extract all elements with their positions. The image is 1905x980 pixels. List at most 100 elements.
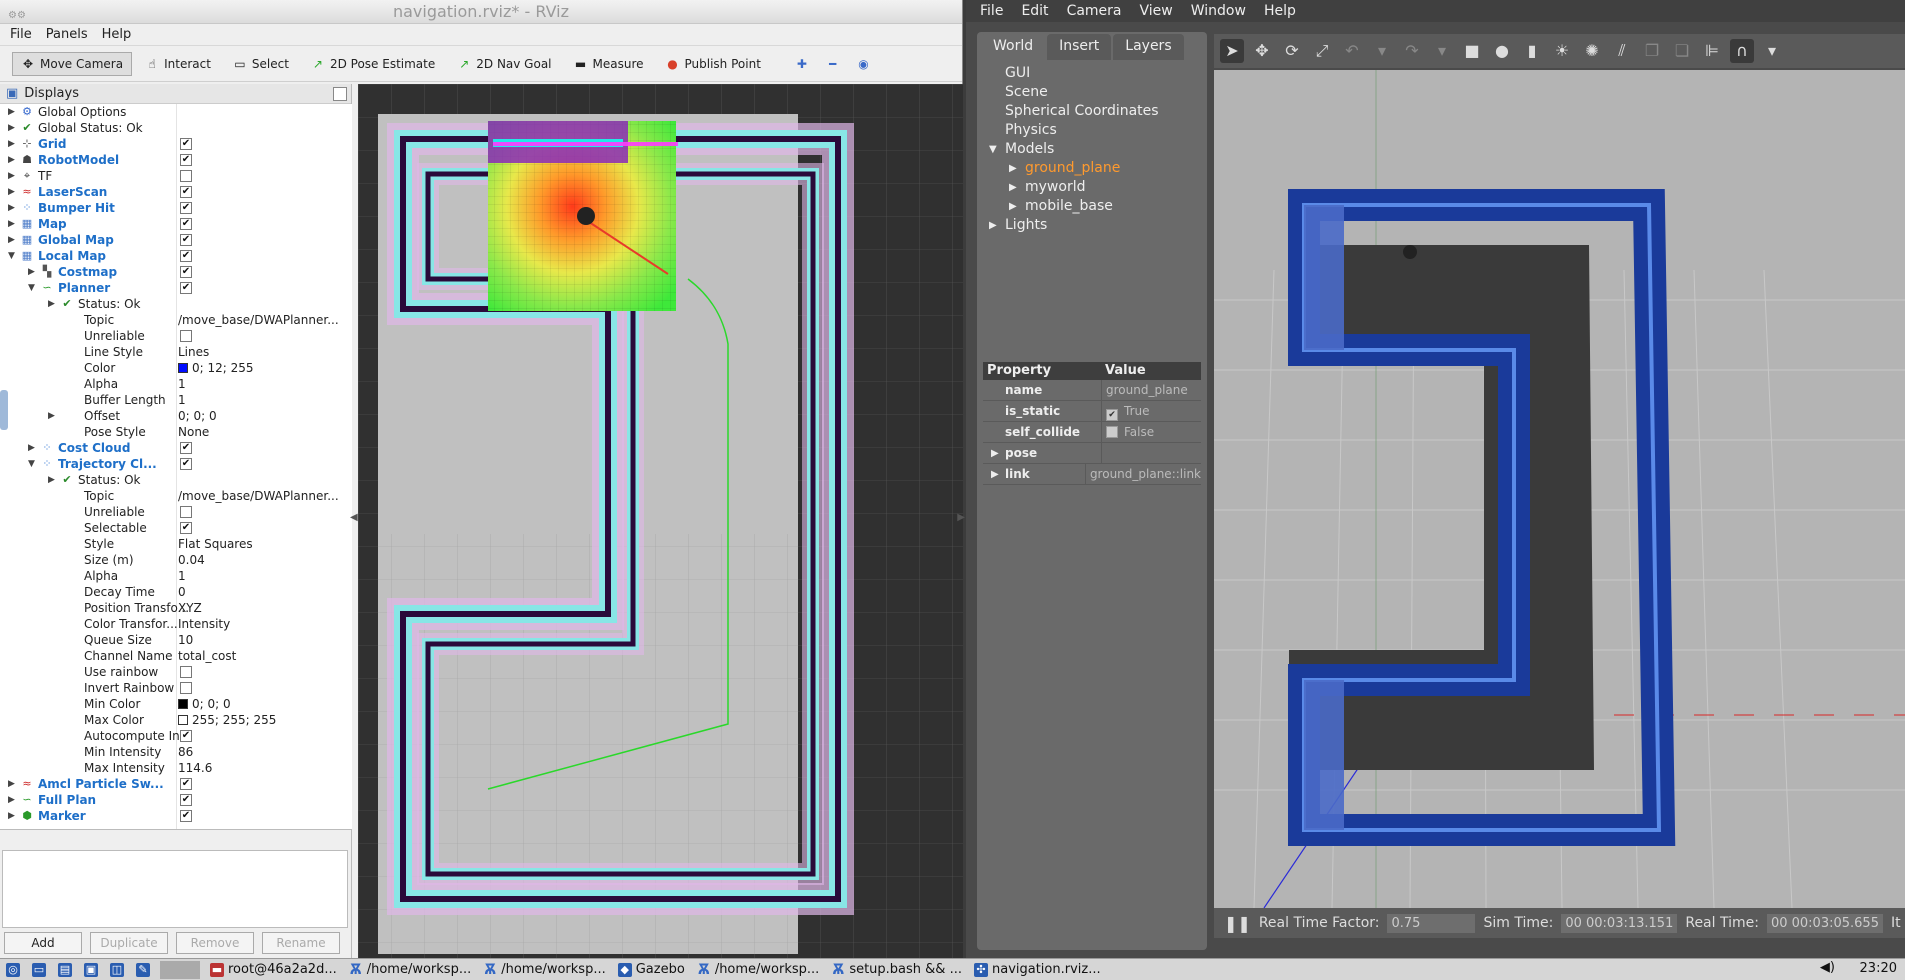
taskbar-window-2[interactable]: Ѫ/home/worksp...: [477, 960, 612, 980]
display-checkbox[interactable]: ✔: [180, 522, 192, 534]
collapse-right-arrow-icon[interactable]: ▶: [957, 512, 965, 523]
expand-right-icon[interactable]: ▶: [8, 184, 18, 200]
expand-right-icon[interactable]: ▶: [8, 216, 18, 232]
zoom-out-icon[interactable]: ━: [820, 52, 845, 76]
display-row-alpha[interactable]: Alpha 1: [0, 376, 352, 392]
display-row-full-plan[interactable]: ▶ ∽ Full Plan ✔: [0, 792, 352, 808]
world-item-physics[interactable]: Physics: [977, 121, 1207, 140]
property-checkbox[interactable]: ✔: [1106, 409, 1118, 421]
tool-publish-point[interactable]: ● Publish Point: [657, 52, 770, 76]
tool-2d-pose-estimate[interactable]: ↗ 2D Pose Estimate: [302, 52, 444, 76]
undo-icon[interactable]: ↶: [1340, 39, 1364, 63]
gz-menu-help[interactable]: Help: [1264, 3, 1296, 19]
display-row-marker[interactable]: ▶ ⬢ Marker ✔: [0, 808, 352, 824]
display-row-trajectory-cl[interactable]: ▼ ⁘ Trajectory Cl... ✔: [0, 456, 352, 472]
expand-right-icon[interactable]: ▶: [8, 200, 18, 216]
zoom-in-icon[interactable]: ✚: [788, 52, 816, 76]
display-row-style[interactable]: Style Flat Squares: [0, 536, 352, 552]
gz-menu-window[interactable]: Window: [1191, 3, 1246, 19]
gazebo-3d-scene[interactable]: [1214, 70, 1905, 909]
property-row-self-collide[interactable]: self_collide False: [983, 422, 1201, 443]
expand-right-icon[interactable]: ▶: [1009, 159, 1017, 178]
display-row-laserscan[interactable]: ▶ ≈ LaserScan ✔: [0, 184, 352, 200]
taskbar-window-1[interactable]: Ѫ/home/worksp...: [343, 960, 478, 980]
tool-select[interactable]: ▭ Select: [224, 52, 298, 76]
property-row-is-static[interactable]: is_static ✔ True: [983, 401, 1201, 422]
menu-panels[interactable]: Panels: [46, 27, 88, 42]
tab-layers[interactable]: Layers: [1113, 34, 1184, 60]
display-row-topic[interactable]: Topic/move_base/DWAPlanner...: [0, 488, 352, 504]
displays-tree[interactable]: ▶ ⚙ Global Options ▶ ✔ Global Status: Ok ▶ ⊹ Gri…: [0, 104, 352, 830]
display-value[interactable]: Lines: [178, 344, 209, 360]
expand-right-icon[interactable]: ▶: [8, 792, 18, 808]
remove-button[interactable]: Remove: [176, 932, 254, 954]
world-item-models[interactable]: ▼ Models: [977, 140, 1207, 159]
world-item-spherical-coordinates[interactable]: Spherical Coordinates: [977, 102, 1207, 121]
display-checkbox[interactable]: [180, 666, 192, 678]
expand-down-icon[interactable]: ▼: [28, 456, 38, 472]
redo-history-icon[interactable]: ▾: [1430, 39, 1454, 63]
display-row-use-rainbow[interactable]: Use rainbow: [0, 664, 352, 680]
expand-right-icon[interactable]: ▶: [8, 168, 18, 184]
select-mode-icon[interactable]: ➤: [1220, 39, 1244, 63]
display-value[interactable]: 10: [178, 632, 193, 648]
world-item-lights[interactable]: ▶ Lights: [977, 216, 1207, 235]
expand-right-icon[interactable]: ▶: [28, 440, 38, 456]
property-row-name[interactable]: name ground_plane: [983, 380, 1201, 401]
scale-mode-icon[interactable]: ⤢: [1310, 39, 1334, 63]
display-checkbox[interactable]: ✔: [180, 458, 192, 470]
world-item-ground-plane[interactable]: ▶ ground_plane: [977, 159, 1207, 178]
property-row-pose[interactable]: ▶ pose: [983, 443, 1201, 464]
expand-right-icon[interactable]: ▶: [8, 152, 18, 168]
display-row-decay-time[interactable]: Decay Time 0: [0, 584, 352, 600]
tool-2d-nav-goal[interactable]: ↗ 2D Nav Goal: [448, 52, 560, 76]
display-row-unreliable[interactable]: Unreliable: [0, 504, 352, 520]
spot-light-icon[interactable]: ✺: [1580, 39, 1604, 63]
editor-launcher-button[interactable]: ✎: [130, 960, 156, 980]
display-value[interactable]: total_cost: [178, 648, 236, 664]
expand-down-icon[interactable]: ▼: [8, 248, 18, 264]
world-item-scene[interactable]: Scene: [977, 83, 1207, 102]
align-icon[interactable]: ⊫: [1700, 39, 1724, 63]
display-checkbox[interactable]: ✔: [180, 154, 192, 166]
taskbar-window-5[interactable]: Ѫsetup.bash && ...: [825, 960, 968, 980]
snap-icon[interactable]: ∩: [1730, 39, 1754, 63]
expand-right-icon[interactable]: ▶: [8, 776, 18, 792]
expand-right-icon[interactable]: ▶: [48, 472, 58, 488]
property-checkbox[interactable]: [1106, 426, 1118, 438]
property-row-link[interactable]: ▶ link ground_plane::link: [983, 464, 1201, 485]
display-row-selectable[interactable]: Selectable ✔: [0, 520, 352, 536]
camera-view-icon[interactable]: ◉: [849, 52, 877, 76]
rotate-mode-icon[interactable]: ⟳: [1280, 39, 1304, 63]
tab-insert[interactable]: Insert: [1047, 34, 1112, 60]
display-checkbox[interactable]: ✔: [180, 778, 192, 790]
display-value[interactable]: /move_base/DWAPlanner...: [178, 312, 339, 328]
display-checkbox[interactable]: ✔: [180, 730, 192, 742]
add-button[interactable]: Add: [4, 932, 82, 954]
gz-menu-view[interactable]: View: [1140, 3, 1173, 19]
browser-launcher-button[interactable]: ◫: [104, 960, 130, 980]
display-checkbox[interactable]: ✔: [180, 202, 192, 214]
display-row-status-ok[interactable]: ▶ ✔ Status: Ok: [0, 296, 352, 312]
display-row-position-transfo[interactable]: Position Transfo... XYZ: [0, 600, 352, 616]
workspace-pager[interactable]: [160, 960, 200, 979]
side-dock-handle[interactable]: [0, 390, 8, 430]
display-value[interactable]: 0; 0; 0: [178, 696, 231, 712]
screenshot-icon[interactable]: ▾: [1760, 39, 1784, 63]
world-item-mobile-base[interactable]: ▶ mobile_base: [977, 197, 1207, 216]
display-checkbox[interactable]: ✔: [180, 218, 192, 230]
display-checkbox[interactable]: ✔: [180, 442, 192, 454]
display-row-map[interactable]: ▶ ▦ Map ✔: [0, 216, 352, 232]
display-row-robotmodel[interactable]: ▶ ☗ RobotModel ✔: [0, 152, 352, 168]
tab-world[interactable]: World: [981, 34, 1046, 60]
world-item-gui[interactable]: GUI: [977, 64, 1207, 83]
display-checkbox[interactable]: ✔: [180, 138, 192, 150]
expand-right-icon[interactable]: ▶: [991, 464, 999, 485]
box-shape-icon[interactable]: ■: [1460, 39, 1484, 63]
display-row-tf[interactable]: ▶ ⌖ TF: [0, 168, 352, 184]
display-value[interactable]: 114.6: [178, 760, 212, 776]
display-checkbox[interactable]: [180, 170, 192, 182]
copy-icon[interactable]: ❐: [1640, 39, 1664, 63]
gz-menu-file[interactable]: File: [980, 3, 1003, 19]
display-value[interactable]: 255; 255; 255: [178, 712, 276, 728]
